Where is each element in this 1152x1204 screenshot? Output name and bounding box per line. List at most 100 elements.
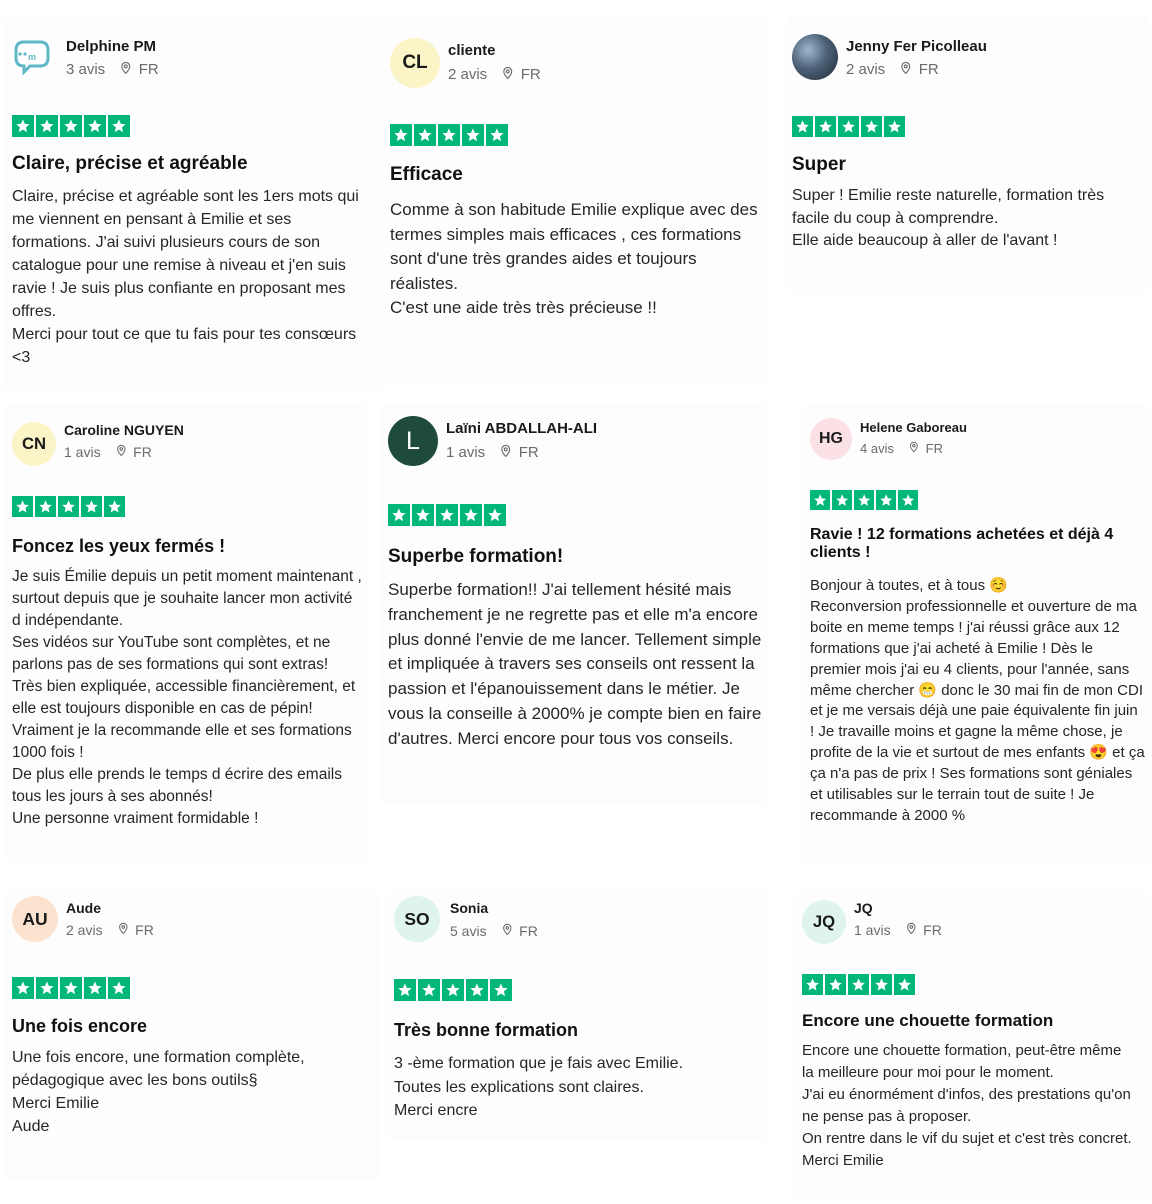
star-rating <box>394 979 512 1001</box>
review-title[interactable]: Encore une chouette formation <box>802 1011 1142 1031</box>
country: FR <box>918 61 939 79</box>
review-title[interactable]: Claire, précise et agréable <box>12 153 372 175</box>
star-icon <box>898 490 918 510</box>
reviewer-meta: 2 avis FR <box>66 922 154 938</box>
review-count: 1 avis <box>446 444 486 462</box>
star-icon <box>84 115 106 137</box>
review-title[interactable]: Foncez les yeux fermés ! <box>12 536 367 557</box>
reviewer-name[interactable]: JQ <box>854 900 873 916</box>
review-title[interactable]: Une fois encore <box>12 1016 372 1037</box>
star-icon <box>12 496 33 517</box>
review-title[interactable]: Superbe formation! <box>388 546 768 568</box>
review-body: 3 -ème formation que je fais avec Emilie… <box>394 1055 684 1119</box>
reviewer-meta: 1 avis FR <box>854 922 942 938</box>
star-icon <box>438 124 460 146</box>
avatar[interactable]: SO <box>394 896 440 942</box>
review-body: Encore une chouette formation, peut-être… <box>802 1042 1132 1169</box>
review-title[interactable]: Efficace <box>390 164 760 186</box>
review-card: CN Caroline NGUYEN 1 avis FR Foncez les yeu… <box>4 404 370 864</box>
star-icon <box>490 979 512 1001</box>
country: FR <box>519 923 538 939</box>
avatar-photo[interactable] <box>792 34 838 80</box>
star-icon <box>466 979 488 1001</box>
star-icon <box>104 496 125 517</box>
star-icon <box>861 116 882 137</box>
avatar[interactable]: HG <box>810 418 852 460</box>
star-icon <box>825 974 846 995</box>
location-pin-icon <box>117 922 130 938</box>
reviewer-meta: 2 avis FR <box>448 66 541 84</box>
review-body: Je suis Émilie depuis un petit moment ma… <box>12 568 362 827</box>
review-count: 4 avis <box>860 441 894 456</box>
country: FR <box>135 922 154 938</box>
star-icon <box>418 979 440 1001</box>
review-card: m Delphine PM 3 avis FR Claire, précise et… <box>4 14 380 394</box>
star-icon <box>36 977 58 999</box>
review-card: HG Helene Gaboreau 4 avis FR Ravie ! 12 for… <box>800 404 1150 864</box>
svg-text:m: m <box>28 52 36 62</box>
star-rating <box>388 504 506 526</box>
review-body: Bonjour à toutes, et à tous ☺️ Reconvers… <box>810 577 1145 824</box>
review-title[interactable]: Ravie ! 12 formations achetées et déjà 4… <box>810 526 1145 563</box>
star-icon <box>60 977 82 999</box>
reviewer-name[interactable]: cliente <box>448 42 496 59</box>
star-icon <box>35 496 56 517</box>
reviewer-meta: 1 avis FR <box>64 444 152 460</box>
country: FR <box>520 66 541 84</box>
star-icon <box>462 124 484 146</box>
avatar[interactable]: CN <box>12 422 56 466</box>
star-icon <box>412 504 434 526</box>
reviewer-name[interactable]: Delphine PM <box>66 38 156 55</box>
review-card: L Laïni ABDALLAH-ALI 1 avis FR Superbe form… <box>380 404 770 804</box>
star-icon <box>108 977 130 999</box>
reviewer-name[interactable]: Sonia <box>450 900 488 916</box>
star-icon <box>436 504 458 526</box>
star-icon <box>81 496 102 517</box>
location-pin-icon <box>908 441 920 456</box>
reviewer-name[interactable]: Aude <box>66 900 101 916</box>
star-icon <box>12 977 34 999</box>
star-icon <box>854 490 874 510</box>
review-count: 2 avis <box>66 922 103 938</box>
reviewer-name[interactable]: Caroline NGUYEN <box>64 422 184 438</box>
review-count: 1 avis <box>64 444 101 460</box>
reviewer-name[interactable]: Jenny Fer Picolleau <box>846 38 987 55</box>
location-pin-icon <box>905 922 918 938</box>
avatar[interactable]: L <box>388 416 438 466</box>
avatar-logo[interactable]: m <box>10 34 54 78</box>
review-title[interactable]: Super <box>792 154 1142 176</box>
country: FR <box>923 922 942 938</box>
avatar[interactable]: JQ <box>802 900 846 944</box>
reviewer-name[interactable]: Laïni ABDALLAH-ALI <box>446 420 597 437</box>
star-icon <box>802 974 823 995</box>
star-rating <box>802 974 915 995</box>
reviewer-meta: 1 avis FR <box>446 444 539 462</box>
star-icon <box>884 116 905 137</box>
reviewer-name[interactable]: Helene Gaboreau <box>860 420 967 435</box>
star-icon <box>390 124 412 146</box>
review-count: 1 avis <box>854 922 891 938</box>
star-icon <box>36 115 58 137</box>
review-title[interactable]: Très bonne formation <box>394 1020 754 1041</box>
star-icon <box>12 115 34 137</box>
avatar[interactable]: AU <box>12 896 58 942</box>
star-rating <box>810 490 918 510</box>
review-body: Claire, précise et agréable sont les 1er… <box>12 188 359 366</box>
review-card: JQ JQ 1 avis FR Encore une chouette formati… <box>794 890 1150 1200</box>
star-icon <box>442 979 464 1001</box>
star-icon <box>838 116 859 137</box>
review-count: 3 avis <box>66 61 106 79</box>
avatar[interactable]: CL <box>390 38 440 88</box>
star-icon <box>84 977 106 999</box>
reviewer-meta: 3 avis FR <box>66 61 159 79</box>
review-count: 5 avis <box>450 923 487 939</box>
review-body: Comme à son habitude Emilie explique ave… <box>390 200 758 317</box>
review-card: CL cliente 2 avis FR Efficace Comme à son ha… <box>380 14 770 384</box>
location-pin-icon <box>501 923 514 939</box>
star-icon <box>486 124 508 146</box>
location-pin-icon <box>115 444 128 460</box>
star-icon <box>792 116 813 137</box>
star-icon <box>876 490 896 510</box>
country: FR <box>518 444 539 462</box>
reviewer-meta: 4 avis FR <box>860 441 943 456</box>
